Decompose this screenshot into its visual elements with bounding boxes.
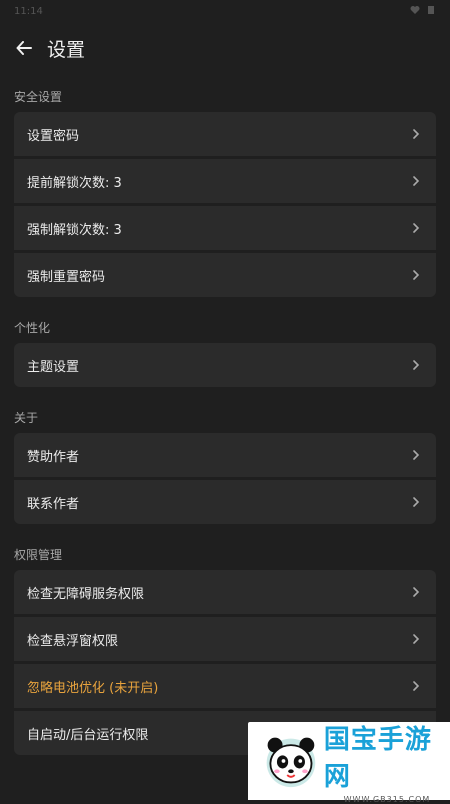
settings-item-label: 检查无障碍服务权限 xyxy=(27,586,145,602)
app-bar: 设置 xyxy=(0,22,450,74)
settings-item-force-reset-password[interactable]: 强制重置密码 xyxy=(14,253,436,297)
page-title: 设置 xyxy=(47,38,86,61)
section-header: 安全设置 xyxy=(14,90,63,104)
section-security: 安全设置 设置密码 提前解锁次数: 3 强制解锁次数: 3 强制重置密码 xyxy=(0,74,450,297)
chevron-right-icon xyxy=(411,450,421,460)
chevron-right-icon xyxy=(411,587,421,597)
chevron-right-icon xyxy=(411,176,421,186)
section-header: 个性化 xyxy=(14,321,51,335)
settings-item-label: 联系作者 xyxy=(27,496,80,512)
watermark-url: WWW.GB315.COM xyxy=(343,794,431,804)
status-time: 11:14 xyxy=(14,5,43,17)
settings-item-label: 赞助作者 xyxy=(27,449,80,465)
heart-icon xyxy=(410,5,420,17)
settings-item-accessibility-permission[interactable]: 检查无障碍服务权限 xyxy=(14,570,436,614)
settings-item-label: 自启动/后台运行权限 xyxy=(27,727,149,743)
settings-item-label: 主题设置 xyxy=(27,359,80,375)
panda-icon xyxy=(266,737,316,788)
settings-item-force-unlock-count[interactable]: 强制解锁次数: 3 xyxy=(14,206,436,250)
chevron-right-icon xyxy=(411,223,421,233)
settings-item-label: 强制解锁次数: 3 xyxy=(27,222,122,238)
chevron-right-icon xyxy=(411,497,421,507)
settings-item-label: 强制重置密码 xyxy=(27,269,106,285)
section-header: 权限管理 xyxy=(14,548,63,562)
settings-item-label: 设置密码 xyxy=(27,128,80,144)
settings-list: 安全设置 设置密码 提前解锁次数: 3 强制解锁次数: 3 强制重置密码 个性化… xyxy=(0,74,450,755)
status-bar: 11:14 xyxy=(0,0,450,22)
settings-item-set-password[interactable]: 设置密码 xyxy=(14,112,436,156)
chevron-right-icon xyxy=(411,129,421,139)
settings-item-theme[interactable]: 主题设置 xyxy=(14,343,436,387)
settings-item-overlay-permission[interactable]: 检查悬浮窗权限 xyxy=(14,617,436,661)
chevron-right-icon xyxy=(411,681,421,691)
section-header: 关于 xyxy=(14,411,39,425)
watermark-logo: 国宝手游网 WWW.GB315.COM xyxy=(248,722,450,804)
chevron-right-icon xyxy=(411,634,421,644)
chevron-right-icon xyxy=(411,270,421,280)
battery-icon xyxy=(426,5,436,18)
settings-item-contact-author[interactable]: 联系作者 xyxy=(14,480,436,524)
back-arrow-icon[interactable] xyxy=(14,38,34,58)
settings-item-battery-optimization[interactable]: 忽略电池优化 (未开启) xyxy=(14,664,436,708)
settings-item-label: 检查悬浮窗权限 xyxy=(27,633,119,649)
settings-item-label: 忽略电池优化 (未开启) xyxy=(27,680,159,696)
chevron-right-icon xyxy=(411,360,421,370)
settings-item-label: 提前解锁次数: 3 xyxy=(27,175,122,191)
watermark-name: 国宝手游网 xyxy=(323,724,432,792)
section-about: 关于 赞助作者 联系作者 xyxy=(0,395,450,524)
settings-item-early-unlock-count[interactable]: 提前解锁次数: 3 xyxy=(14,159,436,203)
settings-item-sponsor-author[interactable]: 赞助作者 xyxy=(14,433,436,477)
section-personalization: 个性化 主题设置 xyxy=(0,305,450,387)
watermark-text: 国宝手游网 WWW.GB315.COM xyxy=(324,719,450,804)
status-icons xyxy=(410,5,436,18)
